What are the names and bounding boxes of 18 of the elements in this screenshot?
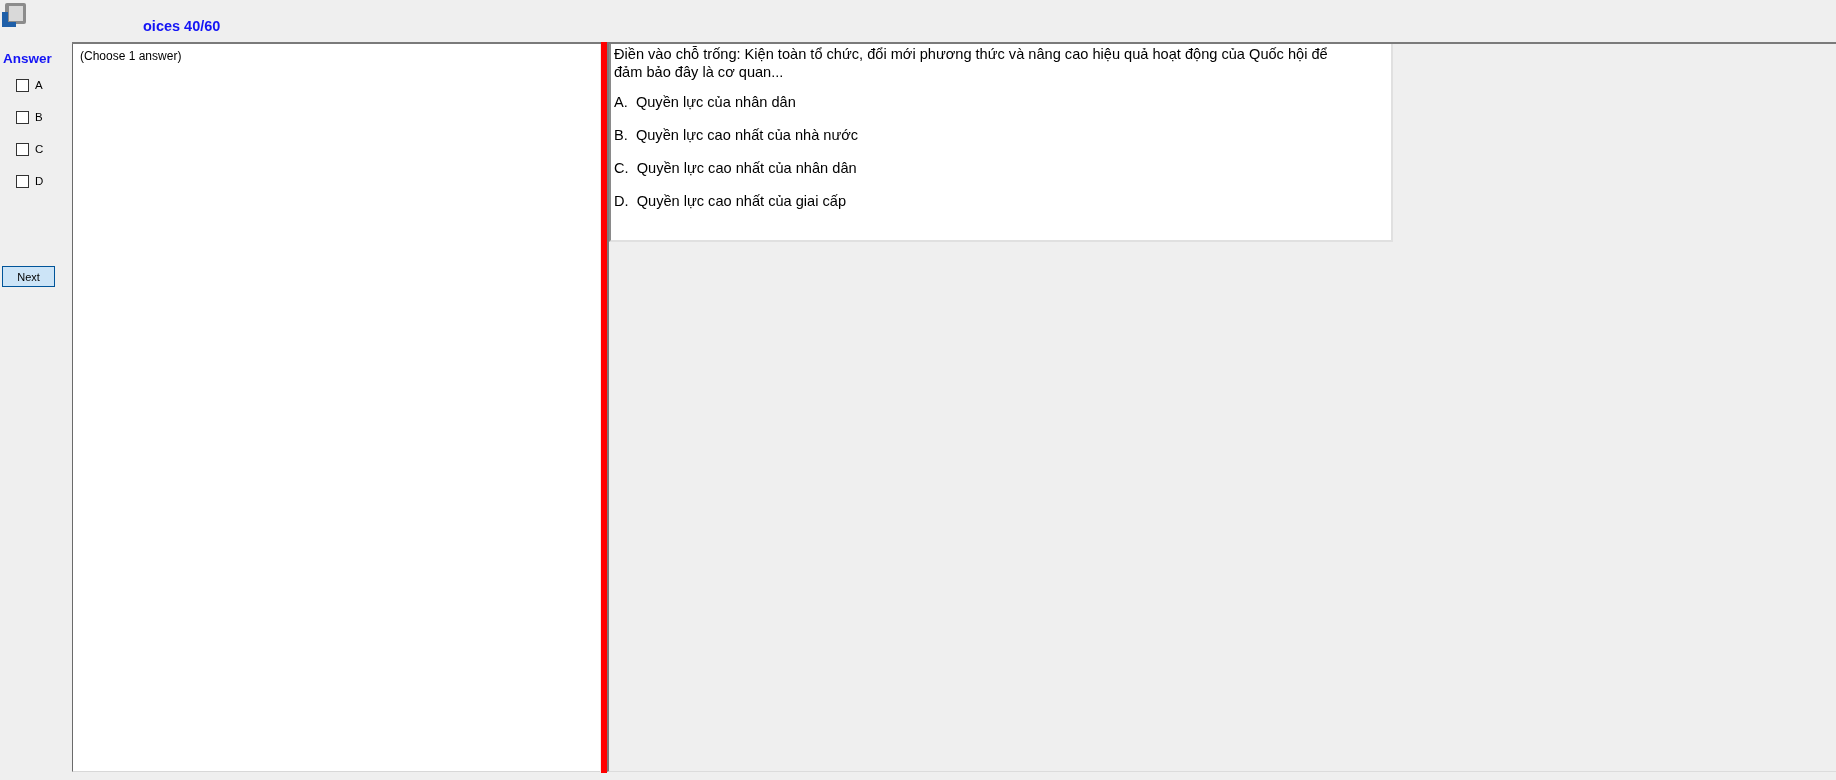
next-button[interactable]: Next — [2, 266, 55, 287]
checkbox[interactable] — [16, 174, 29, 188]
answer-choice: B. Quyền lực cao nhất của nhà nước — [614, 127, 859, 144]
question-text: Điền vào chỗ trống: Kiện toàn tổ chức, đổi mới phương thức và nâng cao hiệu quả hoạt động của Quốc hội để đảm bảo đây là cơ quan... — [614, 46, 1329, 81]
answer-heading: Answer — [3, 51, 52, 67]
option-label[interactable]: B — [35, 111, 43, 123]
answer-choice: A. Quyền lực của nhân dân — [614, 94, 797, 111]
checkbox[interactable] — [16, 78, 29, 92]
answer-choice: D. Quyền lực cao nhất của giai cấp — [614, 193, 848, 210]
option-label[interactable]: D — [35, 175, 44, 187]
checkbox[interactable] — [16, 110, 29, 124]
checkbox[interactable] — [16, 142, 29, 156]
instruction-text: (Choose 1 answer) — [80, 49, 182, 63]
option-label[interactable]: C — [35, 143, 44, 155]
option-label[interactable]: A — [35, 79, 43, 91]
window-title: oices 40/60 — [143, 18, 221, 34]
answer-choice: C. Quyền lực cao nhất của nhân dân — [614, 160, 858, 177]
app-icon — [1, 2, 27, 28]
